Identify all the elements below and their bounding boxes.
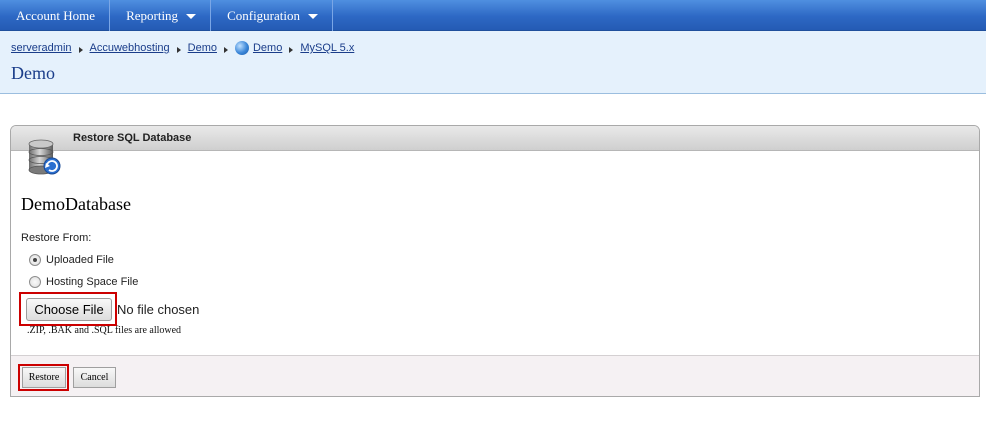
breadcrumb-serveradmin[interactable]: serveradmin [11,42,72,54]
breadcrumb-demo-space[interactable]: Demo [188,42,217,54]
panel-header: Restore SQL Database [11,126,979,151]
breadcrumb-mysql[interactable]: MySQL 5.x [300,42,354,54]
nav-configuration-label: Configuration [227,7,300,23]
option-uploaded-file[interactable]: Uploaded File [29,254,114,266]
breadcrumb-demo-site[interactable]: Demo [253,42,282,54]
nav-account-home[interactable]: Account Home [0,0,111,31]
cancel-button[interactable]: Cancel [73,367,116,388]
hosting-space-file-label: Hosting Space File [46,276,139,288]
breadcrumb-arrow-icon [223,47,228,53]
breadcrumb-arrow-icon [289,47,294,53]
uploaded-file-radio[interactable] [29,254,41,266]
breadcrumb-accuwebhosting[interactable]: Accuwebhosting [90,42,170,54]
breadcrumb: serveradmin Accuwebhosting Demo Demo MyS… [11,41,354,55]
hosting-space-file-radio[interactable] [29,276,41,288]
restore-from-label: Restore From: [21,232,92,244]
chevron-down-icon [186,14,197,19]
nav-reporting-label: Reporting [126,7,179,23]
top-nav: Account Home Reporting Configuration [0,0,986,31]
option-hosting-space-file[interactable]: Hosting Space File [29,276,138,288]
restore-button[interactable]: Restore [22,367,66,388]
nav-configuration[interactable]: Configuration [211,0,333,31]
restore-panel: Restore SQL Database DemoDatabase Restor… [10,125,980,397]
page-title: Demo [11,63,55,83]
panel-footer: Restore Cancel [11,355,979,396]
database-restore-icon [28,139,61,175]
panel-title: Restore SQL Database [73,132,192,144]
file-status: No file chosen [117,302,200,317]
breadcrumb-arrow-icon [176,47,181,53]
choose-file-button[interactable]: Choose File [26,298,112,321]
nav-account-home-label: Account Home [16,7,96,23]
allowed-file-types-note: .ZIP, .BAK and .SQL files are allowed [27,325,182,336]
nav-reporting[interactable]: Reporting [110,0,212,31]
globe-icon [234,41,249,55]
page-header: serveradmin Accuwebhosting Demo Demo MyS… [0,31,986,94]
database-name: DemoDatabase [21,194,131,214]
chevron-down-icon [308,14,318,19]
breadcrumb-arrow-icon [78,47,83,53]
uploaded-file-label: Uploaded File [46,254,114,266]
